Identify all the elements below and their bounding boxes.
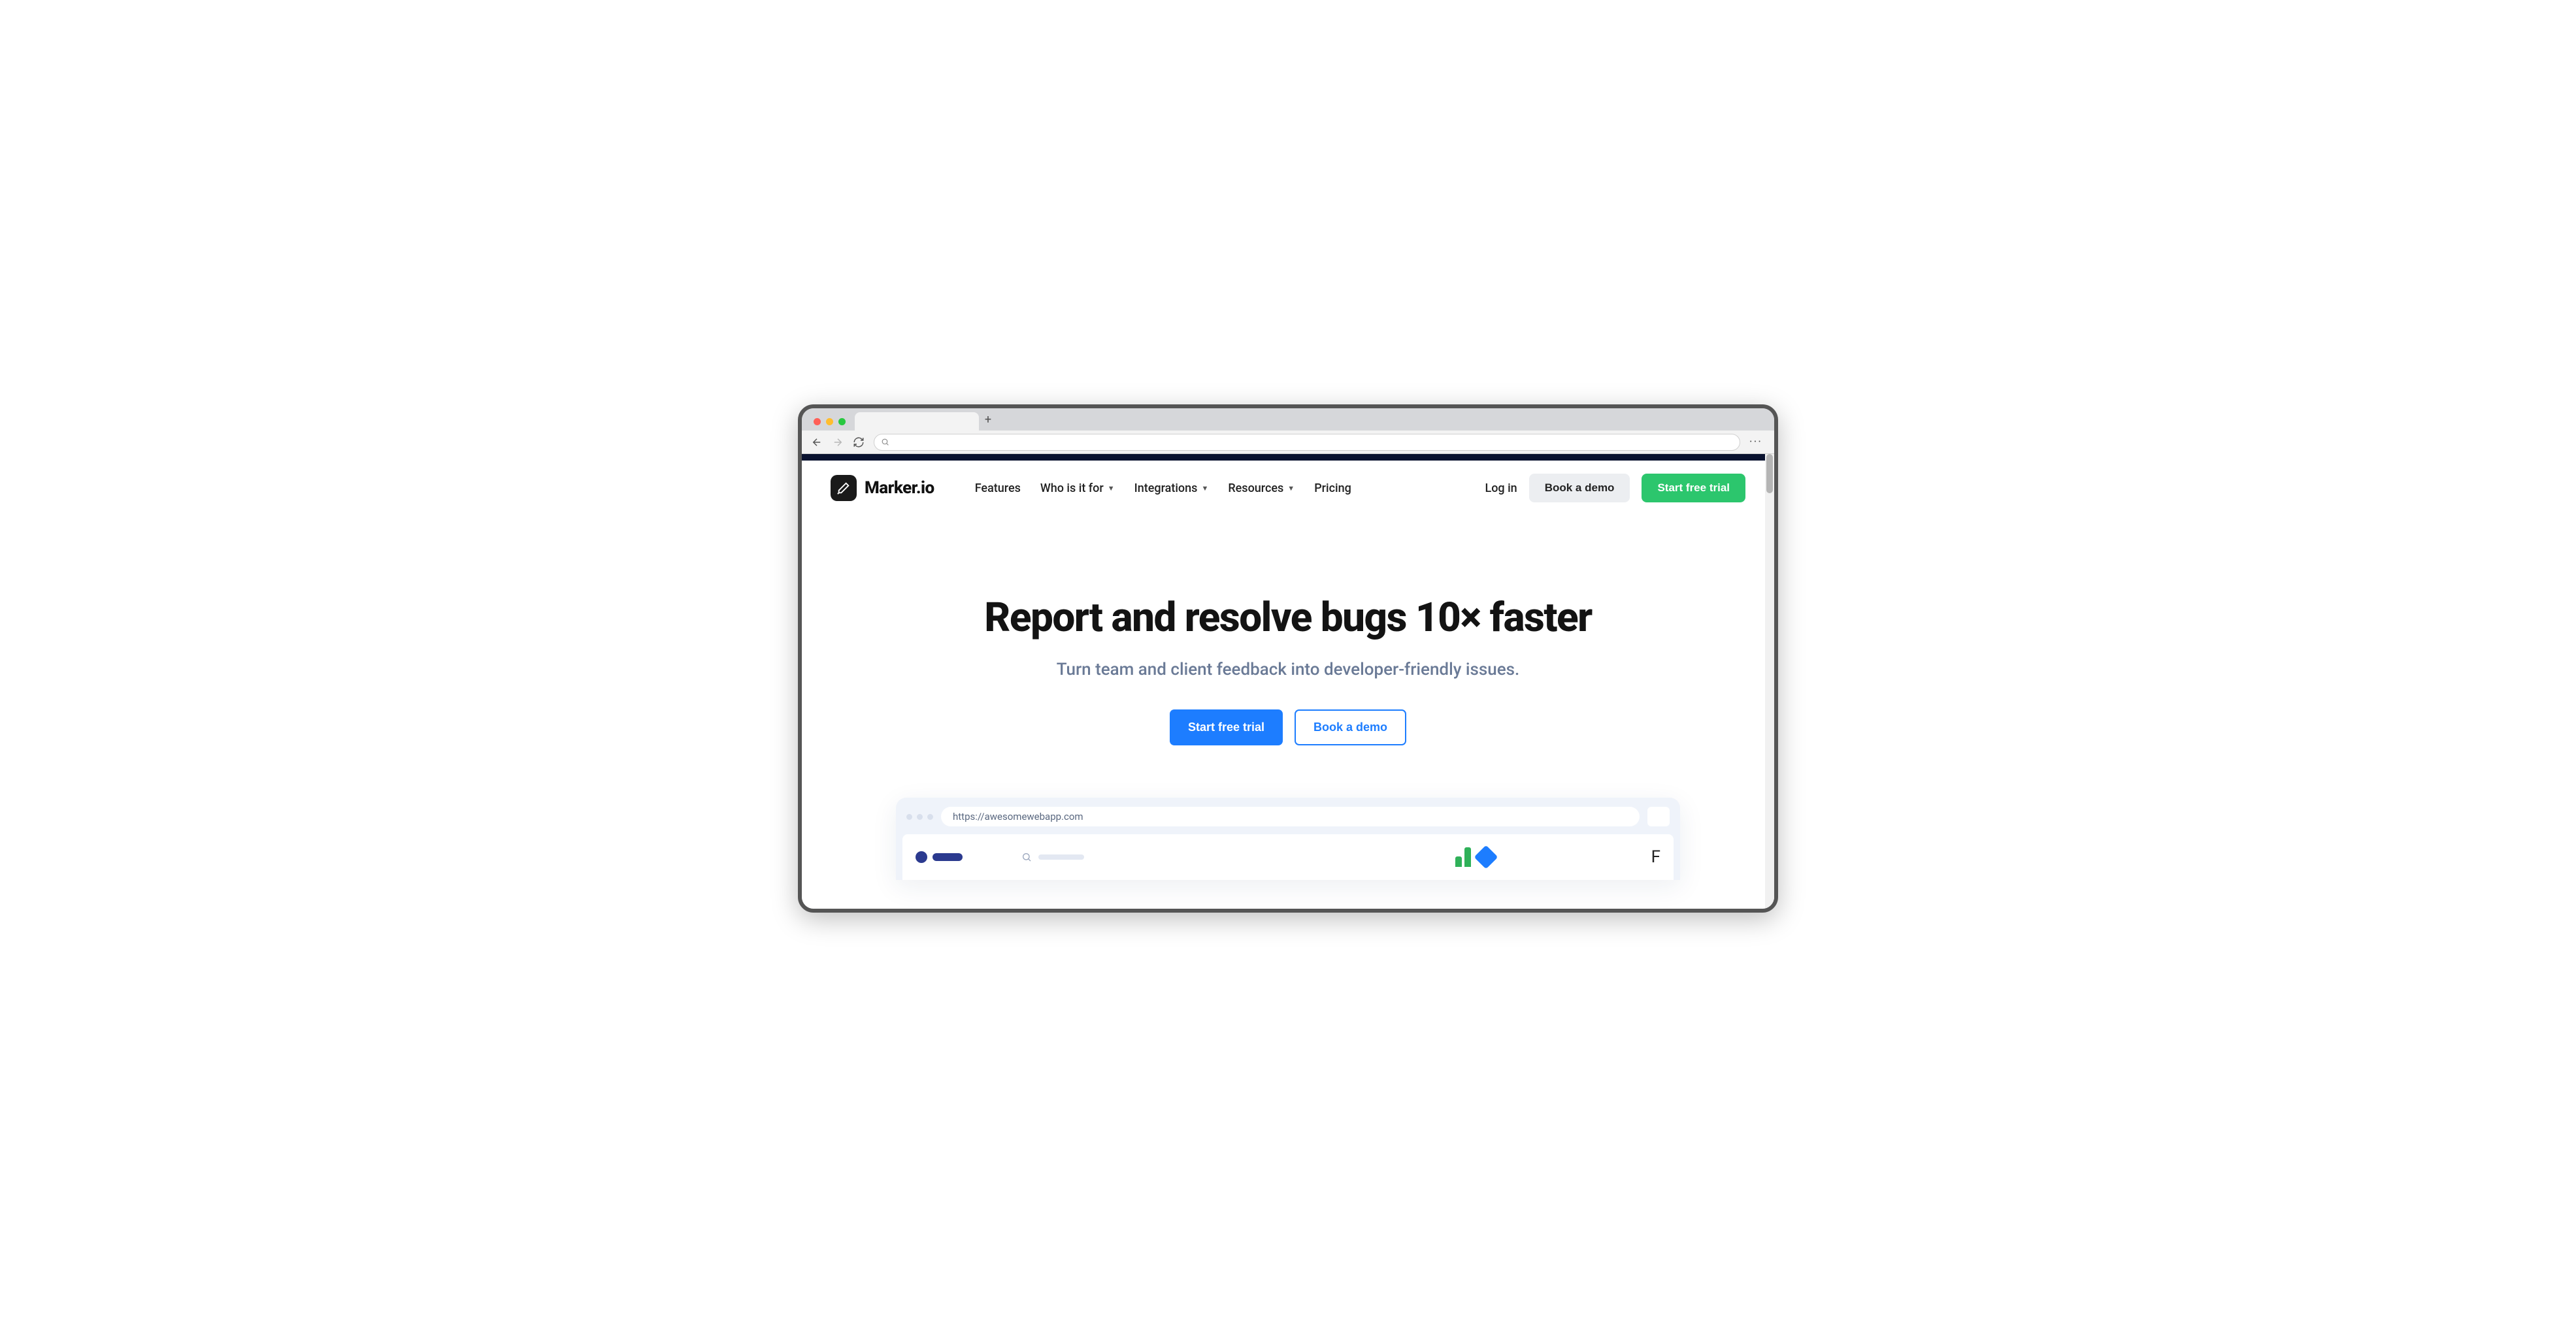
illus-logo-placeholder <box>916 851 963 863</box>
hero-cta-group: Start free trial Book a demo <box>802 709 1774 745</box>
hero-title: Report and resolve bugs 10× faster <box>802 594 1774 642</box>
illus-browser-bar: https://awesomewebapp.com <box>902 804 1674 834</box>
nav-label: Pricing <box>1314 481 1351 495</box>
browser-menu-icon[interactable]: ··· <box>1749 435 1765 449</box>
hero-book-demo-button[interactable]: Book a demo <box>1295 709 1406 745</box>
search-icon <box>881 438 889 446</box>
site-header: Marker.io Features Who is it for ▼ Integ… <box>802 461 1774 515</box>
reload-icon[interactable] <box>853 436 865 448</box>
chevron-down-icon: ▼ <box>1108 484 1115 493</box>
forward-icon <box>832 436 844 448</box>
illus-search <box>1021 852 1084 862</box>
search-icon <box>1021 852 1032 862</box>
maximize-window-icon[interactable] <box>838 418 846 425</box>
login-link[interactable]: Log in <box>1485 481 1517 495</box>
nav-label: Integrations <box>1134 481 1198 495</box>
back-icon[interactable] <box>811 436 823 448</box>
hero: Report and resolve bugs 10× faster Turn … <box>802 515 1774 745</box>
hero-subtitle: Turn team and client feedback into devel… <box>802 660 1774 679</box>
diamond-icon <box>1474 845 1498 870</box>
illus-chart-icon <box>1455 847 1494 867</box>
logo[interactable]: Marker.io <box>831 475 934 501</box>
hero-start-trial-button[interactable]: Start free trial <box>1170 709 1283 745</box>
browser-window: + ··· <box>798 404 1778 913</box>
logo-mark <box>831 475 857 501</box>
nav-features[interactable]: Features <box>975 481 1021 495</box>
dot-icon <box>906 814 912 820</box>
nav-label: Who is it for <box>1040 481 1104 495</box>
browser-tab[interactable] <box>855 412 979 431</box>
close-window-icon[interactable] <box>814 418 821 425</box>
chevron-down-icon: ▼ <box>1201 484 1208 493</box>
bar-icon <box>1455 856 1462 867</box>
start-trial-button[interactable]: Start free trial <box>1642 474 1745 502</box>
nav-label: Features <box>975 481 1021 495</box>
new-tab-button[interactable]: + <box>979 413 997 431</box>
dot-icon <box>917 814 923 820</box>
nav-label: Resources <box>1228 481 1283 495</box>
pill-icon <box>933 853 963 861</box>
illus-heading-fragment: F <box>1651 847 1660 867</box>
circle-icon <box>916 851 927 863</box>
nav-integrations[interactable]: Integrations ▼ <box>1134 481 1209 495</box>
illus-url-text: https://awesomewebapp.com <box>953 811 1083 822</box>
scrollbar-track[interactable] <box>1765 454 1774 909</box>
illus-window-controls <box>906 814 933 820</box>
nav-pricing[interactable]: Pricing <box>1314 481 1351 495</box>
book-demo-button[interactable]: Book a demo <box>1529 474 1630 502</box>
illus-toolbar-button <box>1647 807 1670 826</box>
browser-toolbar: ··· <box>802 431 1774 454</box>
pencil-icon <box>836 481 851 495</box>
chevron-down-icon: ▼ <box>1287 484 1295 493</box>
hero-illustration: https://awesomewebapp.com F <box>896 798 1680 880</box>
nav-resources[interactable]: Resources ▼ <box>1228 481 1295 495</box>
tab-strip: + <box>802 408 1774 431</box>
illus-page: F <box>902 834 1674 880</box>
page-viewport: Marker.io Features Who is it for ▼ Integ… <box>802 454 1774 909</box>
illus-address-bar: https://awesomewebapp.com <box>941 807 1640 826</box>
announcement-bar <box>802 454 1774 461</box>
minimize-window-icon[interactable] <box>826 418 833 425</box>
logo-text: Marker.io <box>865 478 934 498</box>
address-bar[interactable] <box>874 434 1740 451</box>
primary-nav: Features Who is it for ▼ Integrations ▼ … <box>975 481 1351 495</box>
window-controls <box>807 418 852 431</box>
bar-icon <box>1464 847 1471 867</box>
placeholder-bar <box>1038 854 1084 860</box>
scrollbar-thumb[interactable] <box>1766 454 1773 493</box>
nav-who-is-it-for[interactable]: Who is it for ▼ <box>1040 481 1115 495</box>
header-actions: Log in Book a demo Start free trial <box>1485 474 1745 502</box>
dot-icon <box>927 814 933 820</box>
